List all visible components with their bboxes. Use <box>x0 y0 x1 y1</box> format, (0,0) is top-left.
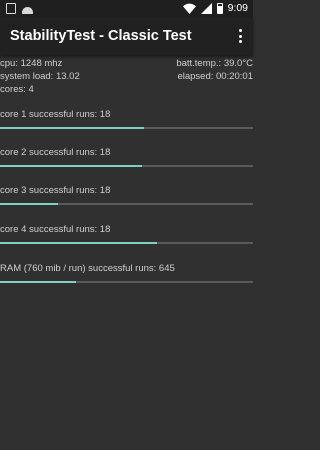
battery-temperature: batt.temp.: 39.0°C <box>176 58 253 69</box>
core-2-stat: core 2 successful runs: 18 <box>0 147 253 167</box>
notification-icon <box>6 3 16 14</box>
android-icon <box>22 6 33 14</box>
menu-dot <box>238 34 242 38</box>
app-bar: StabilityTest - Classic Test <box>0 18 253 55</box>
core-2-progress-track <box>0 165 253 167</box>
core-3-label: core 3 successful runs: 18 <box>0 185 111 196</box>
core-1-stat: core 1 successful runs: 18 <box>0 109 253 129</box>
cpu-frequency: cpu: 1248 mhz <box>0 58 63 69</box>
battery-icon <box>216 2 223 14</box>
system-load: system load: 13.02 <box>0 71 80 82</box>
menu-dot <box>238 40 242 43</box>
core-4-stat: core 4 successful runs: 18 <box>0 224 253 244</box>
system-info: cpu: 1248 mhz batt.temp.: 39.0°C system … <box>0 57 253 96</box>
info-row-cpu: cpu: 1248 mhz batt.temp.: 39.0°C <box>0 57 253 70</box>
overflow-menu-icon[interactable] <box>237 29 243 43</box>
core-1-label: core 1 successful runs: 18 <box>0 109 111 120</box>
core-4-progress-track <box>0 242 253 244</box>
core-2-label: core 2 successful runs: 18 <box>0 147 111 158</box>
core-3-stat: core 3 successful runs: 18 <box>0 185 253 205</box>
ram-progress-track <box>0 281 253 283</box>
core-1-progress-bar <box>0 127 145 129</box>
core-2-progress-bar <box>0 165 142 167</box>
menu-dot <box>238 29 242 32</box>
ram-stat: RAM (760 mib / run) successful runs: 645 <box>0 263 253 283</box>
elapsed-time: elapsed: 00:20:01 <box>177 71 253 82</box>
core-3-progress-bar <box>0 203 59 205</box>
core-4-progress-bar <box>0 242 157 244</box>
app-screen: 9:09 StabilityTest - Classic Test cpu: 1… <box>0 0 253 450</box>
core-count: cores: 4 <box>0 84 34 95</box>
core-1-progress-track <box>0 127 253 129</box>
status-clock: 9:09 <box>227 2 248 14</box>
ram-progress-bar <box>0 281 76 283</box>
info-row-load: system load: 13.02 elapsed: 00:20:01 <box>0 70 253 83</box>
status-notifications <box>6 3 33 14</box>
info-row-cores: cores: 4 <box>0 83 253 96</box>
status-bar: 9:09 <box>0 0 253 18</box>
core-4-label: core 4 successful runs: 18 <box>0 224 111 235</box>
core-3-progress-track <box>0 203 253 205</box>
ram-label: RAM (760 mib / run) successful runs: 645 <box>0 263 175 274</box>
cell-signal-icon <box>200 2 212 14</box>
status-system-icons: 9:09 <box>182 2 248 14</box>
page-title: StabilityTest - Classic Test <box>10 28 192 44</box>
wifi-icon <box>182 3 196 14</box>
